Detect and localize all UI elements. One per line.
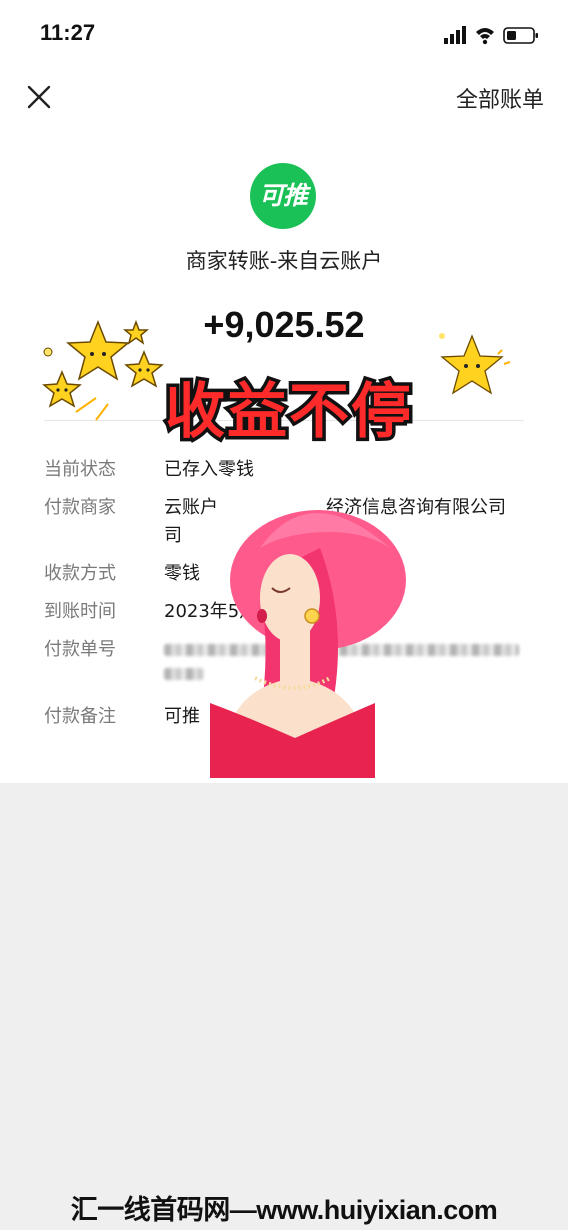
merchant-title: 商家转账-来自云账户 [185,249,383,273]
nav-bar: 全部账单 [0,66,568,128]
detail-label: 收款方式 [44,563,116,584]
status-bar: 11:27 [0,0,568,66]
detail-value: 已存入零钱 [164,459,254,480]
promo-banner-text: 收益不停 [165,377,413,447]
blurred-order-number [164,668,204,680]
merchant-logo: 可推 [250,163,316,229]
detail-label: 付款备注 [44,706,116,727]
wifi-icon [476,28,494,45]
detail-label: 到账时间 [44,601,116,622]
detail-label: 付款商家 [44,497,116,518]
merchant-name-line2: 司 [164,525,182,546]
woman-illustration [210,510,406,778]
status-time: 11:27 [40,20,96,45]
close-icon[interactable] [24,82,54,112]
detail-label: 付款单号 [44,639,116,660]
promo-banner: 收益不停 [162,374,415,451]
status-icons [444,26,538,45]
star-icon [439,333,511,395]
site-watermark: 汇一线首码网—www.huiyixian.com [70,1195,498,1225]
battery-icon [503,27,538,44]
detail-label: 当前状态 [44,459,116,480]
signal-icon [444,26,466,44]
all-bills-link[interactable]: 全部账单 [456,82,544,114]
